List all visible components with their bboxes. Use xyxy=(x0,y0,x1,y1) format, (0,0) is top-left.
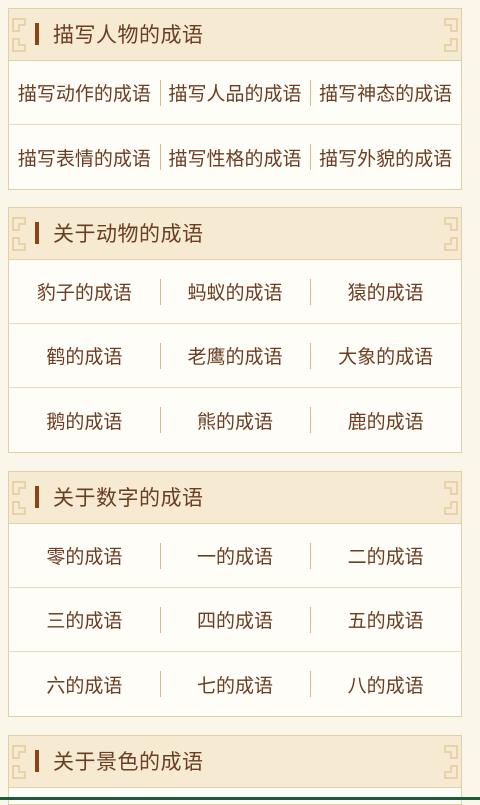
section-header: 关于数字的成语 xyxy=(9,472,461,524)
section-title: 描写人物的成语 xyxy=(53,23,204,47)
idiom-link[interactable]: 六的成语 xyxy=(9,652,160,716)
idiom-link[interactable]: 四的成语 xyxy=(159,588,311,651)
section-title: 关于景色的成语 xyxy=(53,750,204,774)
accent-bar xyxy=(35,222,39,244)
corner-ornament-icon xyxy=(444,217,458,251)
grid-row: 描写表情的成语 描写性格的成语 描写外貌的成语 xyxy=(9,125,461,189)
accent-bar xyxy=(35,23,39,45)
corner-ornament-icon xyxy=(444,745,458,779)
idiom-link[interactable]: 零的成语 xyxy=(9,524,160,587)
grid-row: 豹子的成语 蚂蚁的成语 猿的成语 xyxy=(9,260,461,324)
corner-ornament-icon xyxy=(12,481,26,515)
idiom-link[interactable]: 大象的成语 xyxy=(310,324,461,387)
section-header: 描写人物的成语 xyxy=(9,9,461,61)
idiom-link[interactable]: 八的成语 xyxy=(310,652,461,716)
idiom-link[interactable]: 熊的成语 xyxy=(159,388,311,452)
corner-ornament-icon xyxy=(444,18,458,52)
idiom-link[interactable]: 描写性格的成语 xyxy=(159,125,311,189)
grid-row: 描写动作的成语 描写人品的成语 描写神态的成语 xyxy=(9,61,461,125)
grid-row: 三的成语 四的成语 五的成语 xyxy=(9,588,461,652)
idiom-link[interactable]: 猿的成语 xyxy=(310,260,461,323)
section-scenery-idioms: 关于景色的成语 xyxy=(8,735,462,805)
idiom-link[interactable]: 二的成语 xyxy=(310,524,461,587)
idiom-link[interactable]: 七的成语 xyxy=(159,652,311,716)
section-number-idioms: 关于数字的成语 零的成语 一的成语 二的成语 三的成语 四的成语 五的成语 六的… xyxy=(8,471,462,717)
grid-row: 鹤的成语 老鹰的成语 大象的成语 xyxy=(9,324,461,388)
grid-row: 零的成语 一的成语 二的成语 xyxy=(9,524,461,588)
idiom-link[interactable]: 一的成语 xyxy=(159,524,311,587)
corner-ornament-icon xyxy=(12,18,26,52)
idiom-link[interactable]: 三的成语 xyxy=(9,588,160,651)
idiom-link[interactable]: 描写外貌的成语 xyxy=(310,125,461,189)
corner-ornament-icon xyxy=(12,217,26,251)
accent-bar xyxy=(35,486,39,508)
grid-row: 六的成语 七的成语 八的成语 xyxy=(9,652,461,716)
idiom-link[interactable]: 描写人品的成语 xyxy=(159,61,311,124)
grid-row: 鹅的成语 熊的成语 鹿的成语 xyxy=(9,388,461,452)
idiom-link[interactable]: 鹅的成语 xyxy=(9,388,160,452)
idiom-link[interactable]: 老鹰的成语 xyxy=(159,324,311,387)
idiom-link[interactable]: 描写动作的成语 xyxy=(9,61,160,124)
idiom-link[interactable]: 蚂蚁的成语 xyxy=(159,260,311,323)
section-header: 关于动物的成语 xyxy=(9,208,461,260)
accent-bar xyxy=(35,750,39,772)
section-title: 关于数字的成语 xyxy=(53,486,204,510)
section-animal-idioms: 关于动物的成语 豹子的成语 蚂蚁的成语 猿的成语 鹤的成语 老鹰的成语 大象的成… xyxy=(8,207,462,453)
section-header: 关于景色的成语 xyxy=(9,736,461,788)
corner-ornament-icon xyxy=(444,481,458,515)
idiom-link[interactable]: 鹿的成语 xyxy=(310,388,461,452)
idiom-link[interactable]: 五的成语 xyxy=(310,588,461,651)
idiom-link[interactable]: 鹤的成语 xyxy=(9,324,160,387)
section-title: 关于动物的成语 xyxy=(53,222,204,246)
section-character-idioms: 描写人物的成语 描写动作的成语 描写人品的成语 描写神态的成语 描写表情的成语 … xyxy=(8,8,462,190)
idiom-link[interactable]: 豹子的成语 xyxy=(9,260,160,323)
idiom-link[interactable]: 描写表情的成语 xyxy=(9,125,160,189)
idiom-link[interactable]: 描写神态的成语 xyxy=(310,61,461,124)
corner-ornament-icon xyxy=(12,745,26,779)
